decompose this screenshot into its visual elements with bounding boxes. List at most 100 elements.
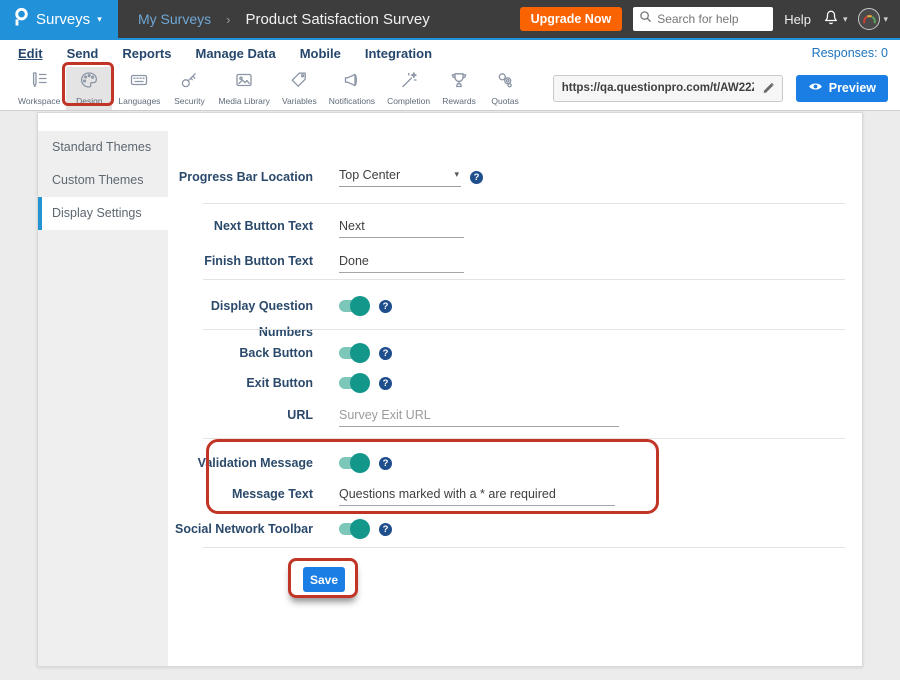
languages-icon	[129, 70, 149, 95]
survey-url-input[interactable]	[562, 82, 754, 94]
megaphone-icon	[342, 70, 362, 95]
edit-url-button[interactable]	[754, 76, 782, 101]
toolbar-item-languages[interactable]: Languages	[112, 67, 166, 110]
breadcrumb-my-surveys[interactable]: My Surveys	[138, 11, 211, 27]
toolbar-item-variables[interactable]: Variables	[276, 67, 323, 110]
magic-wand-icon	[399, 70, 419, 95]
toolbar-item-media-library[interactable]: Media Library	[212, 67, 276, 110]
variables-icon	[289, 70, 309, 95]
chevron-down-icon	[843, 15, 848, 24]
validation-message-toggle[interactable]	[339, 453, 370, 473]
divider	[203, 547, 845, 548]
help-search[interactable]	[633, 7, 773, 31]
survey-url-area: Preview	[553, 75, 888, 102]
nav-tab-send[interactable]: Send	[67, 46, 99, 61]
nav-tab-edit[interactable]: Edit	[18, 46, 43, 61]
exit-url-label: URL	[168, 402, 313, 428]
nav-tab-reports[interactable]: Reports	[122, 46, 171, 61]
help-icon[interactable]	[379, 457, 392, 470]
divider	[203, 329, 845, 330]
page-title: Product Satisfaction Survey	[245, 11, 429, 28]
display-question-numbers-toggle[interactable]	[339, 296, 370, 316]
exit-button-toggle[interactable]	[339, 373, 370, 393]
exit-button-row: Exit Button	[168, 370, 862, 396]
workspace-icon	[29, 70, 49, 95]
next-button-text-row: Next Button Text	[168, 213, 862, 239]
next-button-text-input[interactable]	[339, 215, 464, 238]
edit-toolbar: Workspace Design Languages Security Medi…	[0, 66, 900, 111]
display-question-numbers-label: Display Question Numbers	[168, 293, 313, 319]
finish-button-text-label: Finish Button Text	[168, 248, 313, 274]
toolbar-item-workspace[interactable]: Workspace	[12, 67, 66, 110]
next-button-text-label: Next Button Text	[168, 213, 313, 239]
nav-tab-manage-data[interactable]: Manage Data	[195, 46, 275, 61]
save-button[interactable]: Save	[303, 567, 345, 592]
help-icon[interactable]	[379, 347, 392, 360]
back-button-row: Back Button	[168, 340, 862, 366]
sidebar-item-standard-themes[interactable]: Standard Themes	[38, 131, 168, 164]
product-name: Surveys	[36, 11, 90, 28]
finish-button-text-row: Finish Button Text	[168, 248, 862, 274]
message-text-input[interactable]	[339, 483, 615, 506]
media-library-icon	[234, 70, 254, 95]
survey-nav: Edit Send Reports Manage Data Mobile Int…	[0, 38, 900, 66]
divider	[203, 438, 845, 439]
progress-bar-location-label: Progress Bar Location	[168, 164, 313, 190]
survey-url-field	[553, 75, 783, 102]
help-link[interactable]: Help	[784, 12, 811, 27]
display-question-numbers-row: Display Question Numbers	[168, 293, 862, 319]
nav-tab-integration[interactable]: Integration	[365, 46, 432, 61]
back-button-toggle[interactable]	[339, 343, 370, 363]
toolbar-item-rewards[interactable]: Rewards	[436, 67, 482, 110]
help-icon[interactable]	[470, 171, 483, 184]
progress-bar-location-select[interactable]: Top Center	[339, 168, 461, 187]
message-text-label: Message Text	[168, 481, 313, 507]
toolbar-item-notifications[interactable]: Notifications	[323, 67, 381, 110]
social-network-toolbar-toggle[interactable]	[339, 519, 370, 539]
security-icon	[179, 70, 199, 95]
chain-links-icon	[495, 70, 515, 95]
display-settings-form: Progress Bar Location Top Center Next Bu…	[168, 113, 862, 666]
exit-button-label: Exit Button	[168, 370, 313, 396]
sidebar-item-display-settings[interactable]: Display Settings	[38, 197, 168, 230]
toolbar-item-security[interactable]: Security	[166, 67, 212, 110]
design-sidebar: Standard Themes Custom Themes Display Se…	[38, 131, 168, 666]
progress-bar-location-row: Progress Bar Location Top Center	[168, 164, 862, 190]
exit-url-input[interactable]	[339, 404, 619, 427]
preview-button[interactable]: Preview	[796, 75, 888, 102]
chevron-down-icon	[454, 170, 459, 179]
search-input[interactable]	[657, 12, 767, 26]
divider	[203, 279, 845, 280]
upgrade-now-button[interactable]: Upgrade Now	[520, 7, 623, 31]
avatar	[858, 8, 880, 30]
toolbar-item-quotas[interactable]: Quotas	[482, 67, 528, 110]
help-icon[interactable]	[379, 300, 392, 313]
toolbar-item-design[interactable]: Design	[66, 67, 112, 110]
validation-message-label: Validation Message	[168, 450, 313, 476]
toolbar-item-completion[interactable]: Completion	[381, 67, 436, 110]
design-settings-card: Standard Themes Custom Themes Display Se…	[37, 112, 863, 667]
chevron-down-icon	[883, 15, 888, 24]
product-switcher[interactable]: Surveys	[0, 0, 118, 38]
breadcrumb-separator-icon	[226, 12, 230, 27]
breadcrumb: My Surveys Product Satisfaction Survey	[138, 11, 430, 28]
sidebar-item-custom-themes[interactable]: Custom Themes	[38, 164, 168, 197]
divider	[203, 203, 845, 204]
trophy-icon	[449, 70, 469, 95]
notifications-menu[interactable]	[822, 7, 848, 31]
message-text-row: Message Text	[168, 481, 862, 507]
header-actions: Upgrade Now Help	[520, 7, 900, 31]
account-menu[interactable]	[858, 8, 888, 30]
bell-icon	[822, 7, 840, 31]
finish-button-text-input[interactable]	[339, 250, 464, 273]
chevron-down-icon	[97, 15, 102, 24]
help-icon[interactable]	[379, 377, 392, 390]
responses-count[interactable]: Responses: 0	[812, 46, 888, 60]
social-network-toolbar-row: Social Network Toolbar	[168, 516, 862, 542]
design-icon	[79, 70, 99, 95]
nav-tab-mobile[interactable]: Mobile	[300, 46, 341, 61]
search-icon	[639, 10, 652, 28]
app-header: Surveys My Surveys Product Satisfaction …	[0, 0, 900, 38]
back-button-label: Back Button	[168, 340, 313, 366]
help-icon[interactable]	[379, 523, 392, 536]
